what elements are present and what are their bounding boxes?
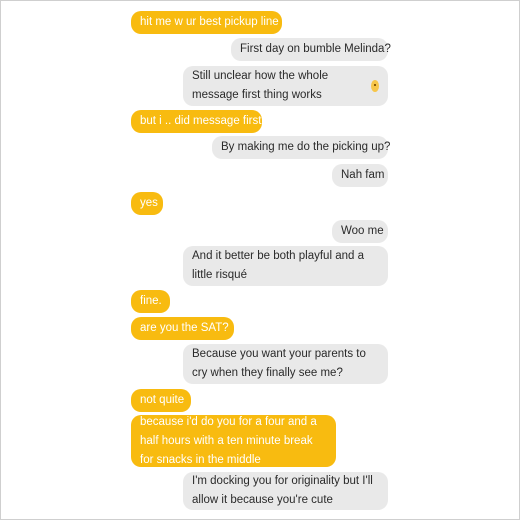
message-bubble-received: By making me do the picking up? (212, 136, 390, 159)
message-bubble-sent: yes (131, 192, 163, 215)
message-bubble-sent: hit me w ur best pickup line (131, 11, 282, 34)
message-text: Still unclear how the whole message firs… (192, 70, 329, 101)
message-bubble-received: And it better be both playful and a litt… (183, 246, 388, 286)
message-bubble-received: Because you want your parents to cry whe… (183, 344, 388, 384)
message-bubble-sent: not quite (131, 389, 191, 412)
message-bubble-received: Nah fam (332, 164, 388, 187)
message-bubble-sent: because i'd do you for a four and a half… (131, 415, 336, 467)
message-bubble-received: Woo me (332, 220, 388, 243)
message-bubble-received: Still unclear how the whole message firs… (183, 66, 388, 106)
message-bubble-received: First day on bumble Melinda? (231, 38, 391, 61)
grinning-face-icon (371, 80, 379, 92)
message-bubble-received: I'm docking you for originality but I'll… (183, 472, 388, 510)
message-bubble-sent: fine. (131, 290, 170, 313)
message-bubble-sent: are you the SAT? (131, 317, 234, 340)
message-bubble-sent: but i .. did message first (131, 110, 262, 133)
